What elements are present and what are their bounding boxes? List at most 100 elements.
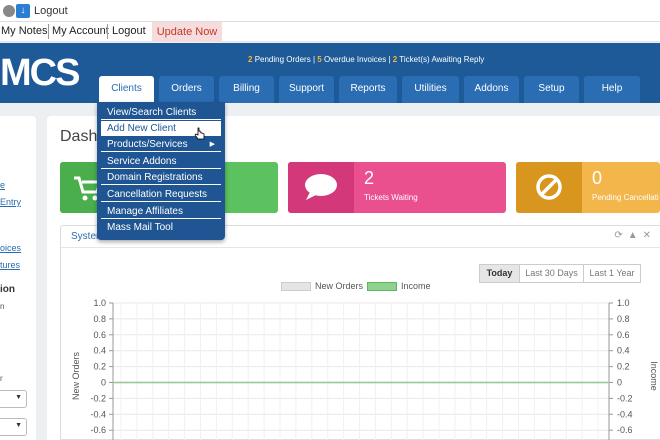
- menu-item-label: View/Search Clients: [107, 107, 197, 118]
- system-overview-panel: Syster ⟳ ▲ ✕ Today Last 30 Days Last 1 Yea…: [60, 225, 660, 440]
- mouse-pointer-icon: [194, 127, 205, 140]
- pending-orders-label[interactable]: Pending Orders: [255, 55, 311, 64]
- menu-item-domain-registrations[interactable]: Domain Registrations: [101, 170, 221, 185]
- last-30-days-button[interactable]: Last 30 Days: [519, 264, 584, 283]
- logo-text: MCS: [0, 52, 80, 94]
- tickets-label[interactable]: Ticket(s) Awaiting Reply: [399, 55, 484, 64]
- y-tick-label: 0: [101, 378, 106, 388]
- nav-tab-utilities[interactable]: Utilities: [402, 76, 459, 103]
- y2-tick-label: 1.0: [617, 298, 630, 308]
- sidebar-link[interactable]: Entry: [0, 197, 21, 207]
- y2-tick-label: 0.2: [617, 362, 630, 372]
- user-links-bar: My Notes My Account Logout Update Now: [0, 22, 660, 42]
- caret-right-icon: ▶: [209, 141, 215, 148]
- tickets-count[interactable]: 2: [393, 55, 397, 64]
- cancellations-card[interactable]: 0 Pending Cancellati: [516, 162, 660, 213]
- browser-top-bar: ↓ Logout: [0, 0, 660, 22]
- my-account-link[interactable]: My Account: [52, 25, 109, 37]
- sidebar-text: r: [0, 374, 3, 383]
- menu-item-label: Products/Services: [107, 139, 188, 150]
- pending-cancellations-label: Pending Cancellati: [592, 193, 659, 202]
- menu-item-label: Service Addons: [107, 156, 177, 167]
- y-axis-label: New Orders: [71, 351, 81, 400]
- y-tick-label: 0.8: [93, 314, 106, 324]
- close-icon[interactable]: ✕: [643, 230, 651, 241]
- nav-tab-orders[interactable]: Orders: [159, 76, 214, 103]
- nav-tab-help[interactable]: Help: [584, 76, 640, 103]
- nav-tab-addons[interactable]: Addons: [464, 76, 519, 103]
- clients-dropdown-menu: View/Search Clients Add New Client Produ…: [97, 102, 225, 240]
- left-sidebar: e Entry oices tures ion n r ▼ ▼: [0, 116, 36, 440]
- nav-tab-support[interactable]: Support: [279, 76, 334, 103]
- alert-separator: |: [312, 55, 316, 64]
- menu-item-label: Add New Client: [107, 123, 176, 134]
- y-tick-label: 0.6: [93, 330, 106, 340]
- pending-orders-count[interactable]: 2: [248, 55, 252, 64]
- overdue-label[interactable]: Overdue Invoices: [324, 55, 386, 64]
- overdue-count[interactable]: 5: [317, 55, 321, 64]
- sidebar-select[interactable]: ▼: [0, 418, 27, 436]
- sidebar-text: n: [0, 302, 5, 311]
- logo[interactable]: MCS: [0, 52, 80, 94]
- my-notes-link[interactable]: My Notes: [1, 25, 47, 37]
- collapse-icon[interactable]: ▲: [628, 230, 638, 241]
- ban-icon: [536, 174, 562, 200]
- chart-svg: 1.0 1.0 0.8 0.8 0.6 0.6 0.4 0.4 0.2 0.2 0 0 -0.2 -0.2…: [71, 298, 659, 440]
- menu-item-view-search-clients[interactable]: View/Search Clients: [101, 105, 221, 120]
- chat-icon-box: [288, 162, 354, 213]
- menu-item-service-addons[interactable]: Service Addons: [101, 154, 221, 169]
- y-tick-label: -0.4: [90, 409, 106, 419]
- menu-item-label: Domain Registrations: [107, 172, 203, 183]
- legend-swatch-new-orders: [281, 282, 311, 291]
- top-logout-link[interactable]: Logout: [34, 5, 68, 17]
- alert-separator: |: [388, 55, 391, 64]
- menu-item-cancellation-requests[interactable]: Cancellation Requests: [101, 187, 221, 202]
- sidebar-select[interactable]: ▼: [0, 390, 27, 408]
- tickets-count: 2: [364, 168, 375, 188]
- y2-tick-label: -0.2: [617, 393, 633, 403]
- sidebar-link[interactable]: oices: [0, 243, 21, 253]
- y2-tick-label: 0: [617, 378, 622, 388]
- orders-income-chart: 1.0 1.0 0.8 0.8 0.6 0.6 0.4 0.4 0.2 0.2 0 0 -0.2 -0.2…: [61, 296, 660, 440]
- sidebar-link[interactable]: e: [0, 180, 5, 190]
- admin-header: MCS 2 Pending Orders | 5 Overdue Invoice…: [0, 43, 660, 103]
- y2-tick-label: -0.4: [617, 409, 633, 419]
- y2-tick-label: -0.6: [617, 425, 633, 435]
- legend-label-income: Income: [401, 281, 431, 291]
- logout-link[interactable]: Logout: [112, 25, 146, 37]
- chevron-down-icon: ▼: [15, 422, 22, 429]
- y-tick-label: -0.6: [90, 425, 106, 435]
- y2-tick-label: 0.8: [617, 314, 630, 324]
- panel-title: Syster: [71, 231, 100, 242]
- y2-tick-label: 0.4: [617, 346, 630, 356]
- refresh-icon[interactable]: ⟳: [614, 230, 622, 241]
- sidebar-link[interactable]: tures: [0, 260, 20, 270]
- ban-icon-box: [516, 162, 582, 213]
- nav-tab-reports[interactable]: Reports: [339, 76, 397, 103]
- tickets-card[interactable]: 2 Tickets Waiting: [288, 162, 506, 213]
- menu-item-mass-mail-tool[interactable]: Mass Mail Tool: [101, 220, 221, 235]
- menu-item-label: Mass Mail Tool: [107, 222, 173, 233]
- update-now-button[interactable]: Update Now: [152, 22, 222, 42]
- today-button[interactable]: Today: [479, 264, 520, 283]
- menu-item-manage-affiliates[interactable]: Manage Affiliates: [101, 204, 221, 219]
- nav-tab-clients[interactable]: Clients: [99, 76, 154, 103]
- legend-swatch-income: [367, 282, 397, 291]
- tickets-waiting-label: Tickets Waiting: [364, 193, 418, 202]
- separator: [107, 24, 108, 39]
- y2-tick-label: 0.6: [617, 330, 630, 340]
- nav-tab-billing[interactable]: Billing: [219, 76, 274, 103]
- panel-controls: ⟳ ▲ ✕: [609, 230, 651, 241]
- menu-item-label: Cancellation Requests: [107, 189, 208, 200]
- sidebar-heading: ion: [0, 284, 15, 295]
- chat-bubble-icon: [305, 174, 337, 200]
- y-tick-label: -0.2: [90, 393, 106, 403]
- logout-icon[interactable]: ↓: [16, 4, 30, 18]
- last-1-year-button[interactable]: Last 1 Year: [583, 264, 641, 283]
- alerts-summary: 2 Pending Orders | 5 Overdue Invoices | …: [248, 55, 484, 64]
- separator: [48, 24, 49, 39]
- wordpress-icon[interactable]: [3, 5, 15, 17]
- nav-tab-setup[interactable]: Setup: [524, 76, 579, 103]
- chevron-down-icon: ▼: [15, 394, 22, 401]
- y-tick-label: 0.4: [93, 346, 106, 356]
